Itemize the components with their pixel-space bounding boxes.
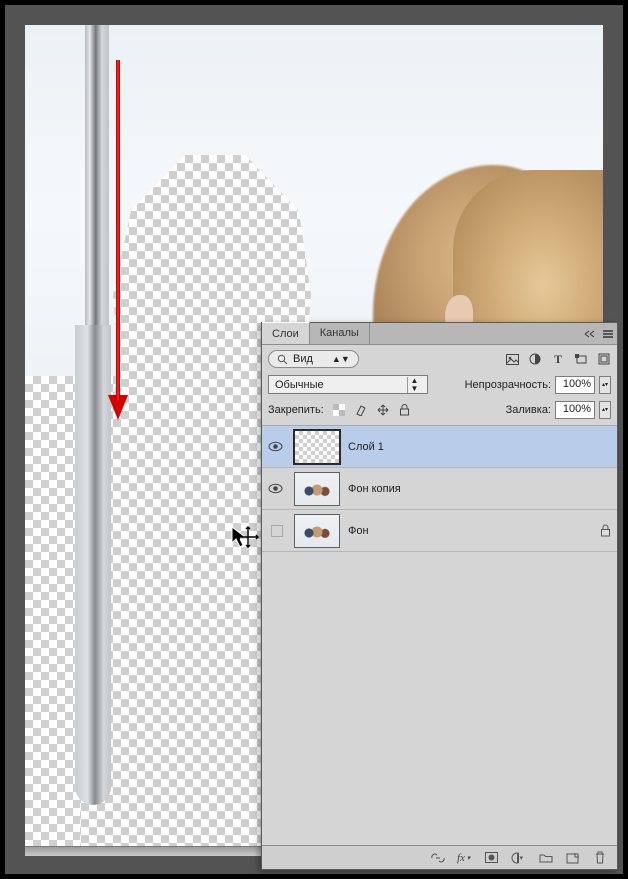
layer-thumbnail[interactable] — [294, 514, 340, 548]
visibility-toggle-icon[interactable] — [268, 441, 286, 452]
lock-all-icon[interactable] — [398, 403, 412, 417]
layer-row[interactable]: Фон копия — [262, 468, 617, 510]
layer-name-label[interactable]: Слой 1 — [348, 441, 384, 453]
filter-image-icon[interactable] — [505, 352, 519, 366]
panel-collapse-icon[interactable] — [581, 323, 599, 344]
visibility-toggle-icon[interactable] — [268, 483, 286, 494]
filter-adjust-icon[interactable] — [528, 352, 542, 366]
trash-icon[interactable] — [592, 850, 607, 865]
filter-kind-select[interactable]: Вид ▲▼ — [268, 350, 359, 368]
filter-type-icon[interactable]: T — [551, 352, 565, 366]
fill-input[interactable]: 100% — [555, 401, 595, 419]
layer-thumbnail[interactable] — [294, 472, 340, 506]
lock-transparency-icon[interactable] — [332, 403, 346, 417]
filter-smartobj-icon[interactable] — [597, 352, 611, 366]
link-layers-icon[interactable] — [430, 850, 445, 865]
layers-list: Слой 1 Фон копия Фон — [262, 426, 617, 845]
move-cursor-icon — [230, 525, 260, 555]
filter-kind-label: Вид — [293, 353, 313, 365]
panel-menu-icon[interactable] — [599, 323, 617, 344]
fill-stepper[interactable]: ▴▾ — [599, 401, 611, 419]
chevron-updown-icon: ▲▼ — [407, 377, 421, 393]
layer-row[interactable]: Фон — [262, 510, 617, 552]
opacity-stepper[interactable]: ▴▾ — [599, 376, 611, 394]
blend-mode-value: Обычные — [275, 379, 324, 391]
blend-mode-select[interactable]: Обычные ▲▼ — [268, 375, 428, 394]
fill-label: Заливка: — [506, 404, 551, 416]
layers-panel: Слои Каналы Вид ▲▼ T — [261, 322, 618, 870]
layer-name-label[interactable]: Фон копия — [348, 483, 401, 495]
filter-row: Вид ▲▼ T — [262, 345, 617, 373]
layer-row[interactable]: Слой 1 — [262, 426, 617, 468]
lock-move-icon[interactable] — [376, 403, 390, 417]
filter-type-icons: T — [505, 352, 611, 366]
layer-thumbnail[interactable] — [294, 430, 340, 464]
search-icon — [277, 354, 288, 365]
locked-icon — [600, 524, 611, 537]
tab-channels[interactable]: Каналы — [310, 323, 370, 344]
layer-name-label[interactable]: Фон — [348, 525, 369, 537]
tab-layers[interactable]: Слои — [262, 322, 310, 344]
mask-icon[interactable] — [484, 850, 499, 865]
lock-paint-icon[interactable] — [354, 403, 368, 417]
annotation-arrow-down — [103, 55, 133, 425]
app-frame: Слои Каналы Вид ▲▼ T — [5, 5, 623, 874]
opacity-input[interactable]: 100% — [555, 376, 595, 394]
lock-label: Закрепить: — [268, 404, 324, 416]
visibility-toggle-icon[interactable] — [271, 525, 283, 537]
new-layer-icon[interactable] — [565, 850, 580, 865]
panel-tab-bar: Слои Каналы — [262, 323, 617, 345]
layers-panel-footer: fx▾ ▾ — [262, 845, 617, 869]
group-icon[interactable] — [538, 850, 553, 865]
lock-row: Закрепить: Заливка: 100% ▴▾ — [262, 399, 617, 426]
chevron-updown-icon: ▲▼ — [332, 354, 350, 364]
filter-shape-icon[interactable] — [574, 352, 588, 366]
fx-icon[interactable]: fx▾ — [457, 850, 472, 865]
opacity-label: Непрозрачность: — [465, 379, 551, 391]
blend-row: Обычные ▲▼ Непрозрачность: 100% ▴▾ — [262, 373, 617, 399]
adjustment-layer-icon[interactable]: ▾ — [511, 850, 526, 865]
